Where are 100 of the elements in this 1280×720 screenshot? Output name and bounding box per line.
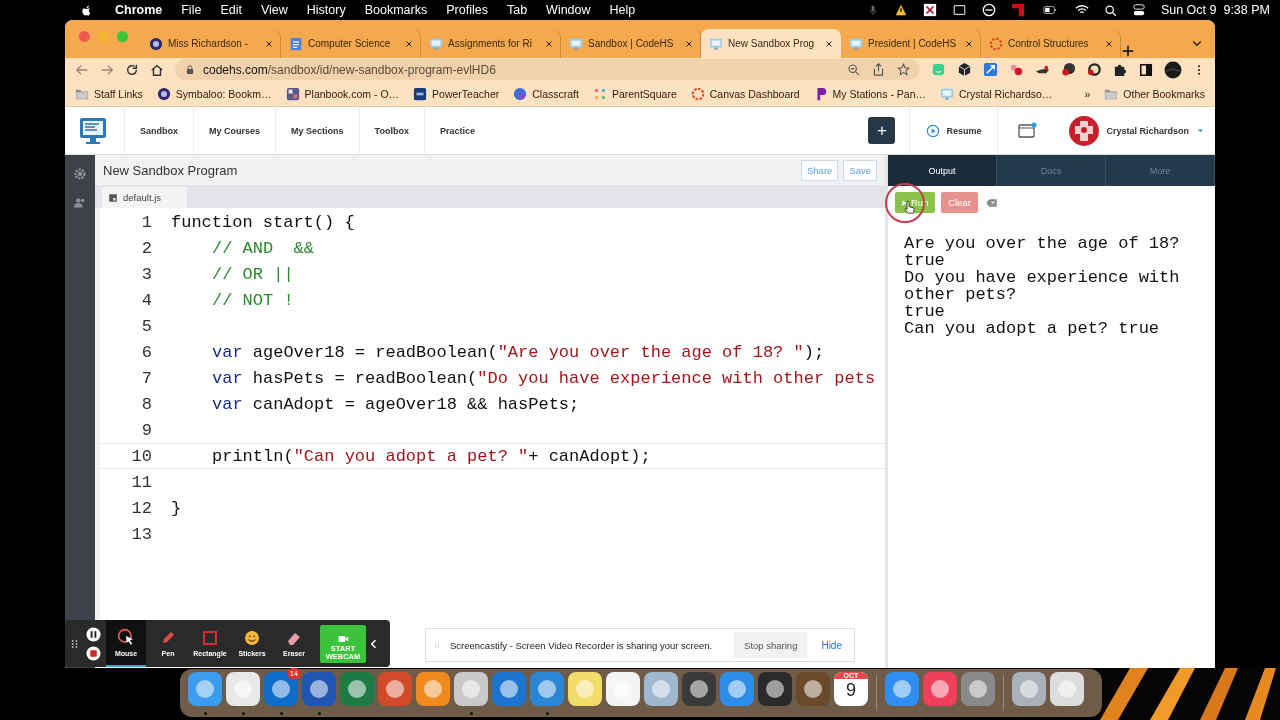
app-icon[interactable] — [885, 671, 919, 706]
app-icon[interactable] — [340, 671, 374, 706]
reload-icon[interactable] — [125, 62, 139, 77]
bookmark[interactable]: Classcraft — [513, 86, 579, 101]
overflow-chevron[interactable]: » — [1084, 87, 1091, 100]
menu-item[interactable]: Bookmarks — [364, 3, 428, 17]
app-icon[interactable] — [454, 671, 488, 706]
close-icon[interactable] — [544, 38, 554, 49]
app-icon[interactable] — [226, 671, 260, 706]
bookmark[interactable]: Crystal Richardso… — [940, 86, 1053, 101]
bookmark[interactable]: Canvas Dashboard — [690, 86, 800, 101]
app-icon[interactable] — [961, 671, 995, 706]
menu-item[interactable]: File — [181, 3, 202, 17]
nav-link[interactable]: My Sections — [275, 107, 359, 154]
app-icon[interactable] — [568, 671, 602, 706]
bookmark[interactable]: Other Bookmarks — [1104, 86, 1205, 101]
menu-item[interactable]: View — [260, 3, 288, 17]
monitor-logo-icon[interactable] — [79, 116, 107, 145]
corner-icon[interactable] — [1010, 3, 1025, 17]
expand-icon[interactable] — [983, 62, 998, 77]
app-icon[interactable] — [796, 671, 830, 706]
nav-link[interactable]: Toolbox — [358, 107, 424, 154]
console-output: Are you over the age of 18? true Do you have experience with other pets? true Can you adopt a pet? true — [904, 235, 1181, 337]
settings-icon[interactable] — [73, 167, 87, 181]
stop-icon[interactable] — [86, 645, 101, 661]
remote-icon[interactable] — [981, 3, 996, 17]
search-icon[interactable] — [1103, 3, 1117, 17]
close-icon[interactable] — [264, 38, 274, 49]
app-icon[interactable] — [606, 671, 640, 706]
file-tab[interactable]: default.js — [102, 187, 187, 208]
close-icon[interactable] — [964, 38, 974, 49]
people-icon[interactable] — [73, 196, 87, 210]
notification-window-icon[interactable] — [1018, 121, 1038, 140]
close-box-icon[interactable] — [922, 3, 937, 17]
app-icon[interactable] — [188, 671, 222, 706]
app-icon[interactable] — [644, 671, 678, 706]
new-tab-icon[interactable] — [1121, 44, 1135, 58]
home-icon[interactable] — [150, 62, 164, 77]
apple-icon[interactable] — [80, 3, 93, 17]
ring-extension-icon[interactable] — [1087, 62, 1102, 77]
microphone-icon[interactable] — [866, 4, 879, 16]
app-icon[interactable] — [758, 671, 792, 706]
bookmark[interactable]: ParentSquare — [592, 86, 677, 101]
line-number: 9 — [140, 420, 152, 440]
close-icon[interactable] — [1104, 38, 1114, 49]
app-icon[interactable] — [530, 671, 564, 706]
star-icon[interactable] — [897, 63, 910, 76]
bookmark[interactable]: My Stations - Pan… — [813, 86, 926, 101]
panel-tab[interactable]: Output — [888, 155, 997, 186]
back-icon[interactable] — [75, 62, 89, 77]
bookmark[interactable]: Planbook.com - O… — [285, 86, 400, 101]
nav-link[interactable]: Practice — [423, 107, 490, 154]
forward-icon[interactable] — [100, 62, 114, 77]
bookmark[interactable]: PowerTeacher — [413, 86, 500, 101]
app-icon[interactable] — [923, 671, 957, 706]
hide-link[interactable]: Hide — [815, 639, 848, 651]
stop-sharing-button[interactable]: Stop sharing — [734, 632, 808, 658]
menu-item[interactable]: Window — [546, 3, 591, 17]
user-menu[interactable]: Crystal Richardson — [1057, 115, 1215, 146]
app-icon[interactable] — [378, 671, 412, 706]
nav-link[interactable]: My Courses — [193, 107, 276, 154]
app-icon[interactable] — [416, 671, 450, 706]
play-icon — [901, 198, 908, 207]
window-icon[interactable] — [951, 3, 967, 17]
menu-clock[interactable]: Sun Oct 9 9:38 PM — [1160, 3, 1270, 17]
close-icon[interactable] — [684, 38, 694, 49]
bookmark[interactable]: Staff Links — [75, 86, 143, 101]
nav-link[interactable]: Sandbox — [124, 107, 193, 154]
puzzle-icon[interactable] — [1113, 62, 1128, 77]
toggle-icon[interactable] — [1131, 3, 1146, 17]
add-button[interactable]: + — [868, 117, 896, 144]
close-icon[interactable] — [404, 38, 414, 49]
pause-icon[interactable] — [86, 626, 101, 642]
app-icon[interactable] — [1012, 671, 1046, 706]
profile-icon[interactable] — [1164, 60, 1182, 79]
backspace-icon[interactable] — [984, 196, 999, 209]
close-icon[interactable] — [824, 38, 834, 49]
menu-item[interactable]: Profiles — [446, 3, 488, 17]
app-icon[interactable] — [492, 671, 526, 706]
menu-item[interactable]: Help — [609, 3, 636, 17]
app-icon[interactable] — [302, 671, 336, 706]
address-bar[interactable]: codehs.com/sandbox/id/new-sandbox-program-evlHD6 — [175, 59, 920, 80]
blob-icon[interactable] — [1061, 62, 1076, 77]
app-icon[interactable] — [720, 671, 754, 706]
warning-icon[interactable] — [893, 3, 908, 17]
monitor-icon — [429, 36, 443, 51]
share-icon[interactable] — [872, 63, 885, 76]
zoom-icon[interactable] — [847, 63, 860, 76]
browser-tab[interactable]: New Sandbox Prog — [701, 29, 841, 58]
dots-extension-icon[interactable] — [1009, 62, 1024, 77]
menu-item[interactable]: Chrome — [115, 3, 163, 17]
menu-item[interactable]: Edit — [220, 3, 242, 17]
app-icon[interactable] — [1050, 671, 1084, 706]
resume-button[interactable]: Resume — [909, 107, 999, 154]
bookmark[interactable]: Symbaloo: Bookm… — [156, 86, 272, 101]
menu-item[interactable]: Tab — [506, 3, 528, 17]
app-icon[interactable] — [682, 671, 716, 706]
side-panel-icon[interactable] — [1139, 62, 1153, 77]
cube-icon[interactable] — [957, 62, 972, 77]
menu-item[interactable]: History — [306, 3, 346, 17]
